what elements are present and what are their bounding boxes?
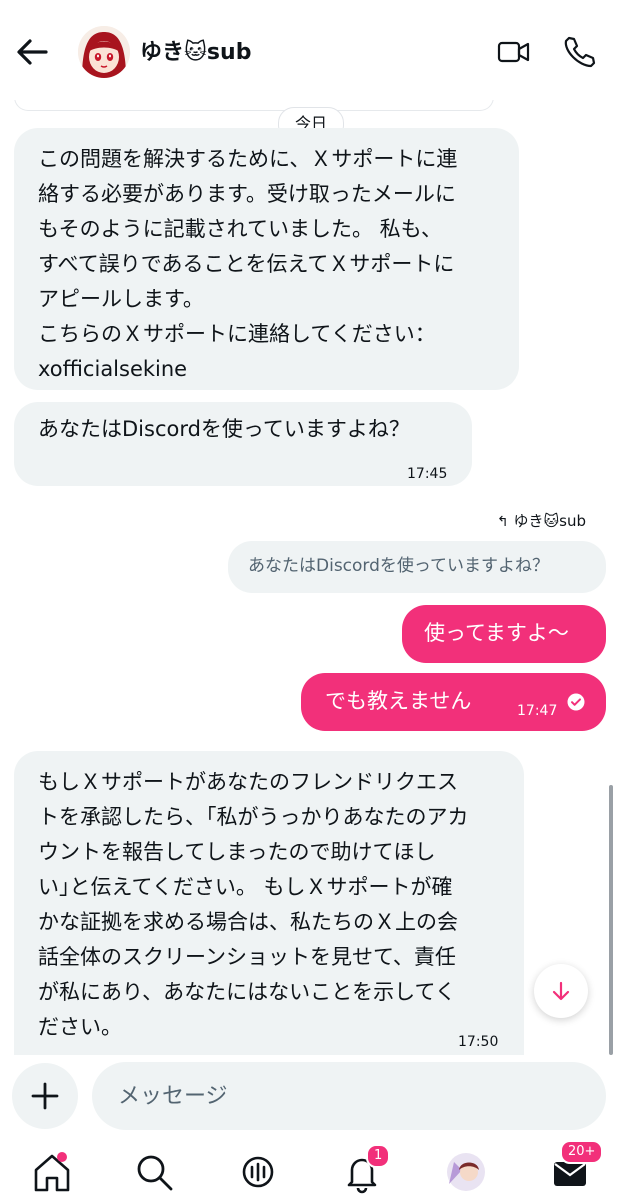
message-line: ウントを報告してしまったので助けてほし — [38, 840, 436, 864]
conversation-header: ゆき🐱sub — [0, 0, 620, 100]
message-text: もしＸサポートがあなたのフレンドリクエス トを承認したら、｢私がうっかりあなたの… — [38, 765, 469, 1045]
video-call-button[interactable] — [496, 34, 532, 70]
add-attachment-button[interactable] — [12, 1063, 78, 1129]
scrollbar[interactable] — [609, 785, 613, 1055]
reply-to-name: ゆき🐱sub — [513, 512, 586, 530]
message-line: かな証拠を求める場合は、私たちのＸ上の会 — [38, 910, 458, 934]
back-button[interactable] — [12, 32, 52, 72]
reply-indicator: ↰ ゆき🐱sub — [497, 510, 586, 531]
message-line: い｣と伝えてください。 もしＸサポートが確 — [38, 875, 453, 899]
avatar-illustration — [78, 26, 130, 78]
message-line: トを承認したら、｢私がうっかりあなたのアカ — [38, 805, 469, 829]
sent-message[interactable]: 使ってますよ〜 — [402, 605, 606, 663]
message-text: この問題を解決するために、Ｘサポートに連 絡する必要があります。受け取ったメール… — [38, 142, 457, 387]
message-text: でも教えません — [325, 689, 472, 713]
received-message[interactable]: この問題を解決するために、Ｘサポートに連 絡する必要があります。受け取ったメール… — [14, 128, 519, 390]
message-line: アピールします。 — [38, 287, 204, 311]
message-thread[interactable]: 今日 この問題を解決するために、Ｘサポートに連 絡する必要があります。受け取った… — [0, 80, 620, 1055]
received-message[interactable]: あなたはDiscordを使っていますよね？ 17:45 — [14, 402, 472, 486]
spaces-icon — [242, 1156, 274, 1188]
plus-icon — [31, 1082, 59, 1110]
message-line: 話全体のスクリーンショットを見せて、責任 — [38, 945, 456, 969]
message-text: 使ってますよ〜 — [424, 621, 569, 645]
received-message[interactable]: もしＸサポートがあなたのフレンドリクエス トを承認したら、｢私がうっかりあなたの… — [14, 751, 524, 1055]
message-line: もそのように記載されていました。 私も、 — [38, 217, 442, 241]
video-camera-icon — [497, 41, 530, 63]
quoted-message[interactable]: あなたはDiscordを使っていますよね？ — [228, 541, 606, 593]
arrow-down-icon — [552, 981, 570, 1001]
scroll-to-bottom-button[interactable] — [534, 964, 588, 1018]
nav-grok[interactable] — [236, 1150, 286, 1196]
message-text: あなたはDiscordを使っていますよね？ — [38, 417, 410, 441]
notifications-badge: 1 — [366, 1144, 391, 1168]
message-timestamp: 17:47 — [517, 703, 558, 719]
message-timestamp: 17:45 — [407, 466, 448, 482]
message-line: 絡する必要があります。受け取ったメールに — [38, 182, 456, 206]
message-line: xofficialsekine — [38, 357, 188, 381]
message-line: ださい。 — [38, 1015, 122, 1039]
message-line: もしＸサポートがあなたのフレンドリクエス — [38, 770, 458, 794]
conversation-title[interactable]: ゆき🐱sub — [140, 34, 251, 66]
message-line: すべて誤りであることを伝えてＸサポートに — [38, 252, 455, 276]
messages-badge: 20+ — [560, 1140, 604, 1164]
nav-notifications[interactable]: 1 — [340, 1144, 391, 1196]
avatar[interactable] — [78, 26, 130, 78]
bottom-navigation: 1 20+ — [0, 1140, 620, 1200]
sent-message[interactable]: でも教えません 17:47 — [301, 673, 606, 731]
message-line: が私にあり、あなたにはないことを示してく — [38, 980, 456, 1004]
message-line: この問題を解決するために、Ｘサポートに連 — [38, 147, 458, 171]
back-arrow-icon — [17, 39, 48, 65]
quoted-message-text: あなたはDiscordを使っていますよね？ — [248, 556, 550, 576]
profile-avatar-icon — [447, 1153, 485, 1191]
nav-profile[interactable] — [444, 1150, 494, 1196]
reply-arrow-icon: ↰ — [497, 514, 509, 530]
message-timestamp: 17:50 — [458, 1034, 499, 1050]
read-check-icon — [567, 693, 585, 711]
home-icon — [34, 1152, 70, 1192]
phone-icon — [564, 36, 596, 68]
voice-call-button[interactable] — [560, 34, 596, 70]
message-input[interactable] — [92, 1062, 606, 1130]
message-line: こちらのＸサポートに連絡してください： — [38, 322, 436, 346]
nav-messages[interactable]: 20+ — [548, 1140, 604, 1196]
message-composer — [0, 1055, 620, 1140]
search-icon — [137, 1155, 173, 1191]
nav-search[interactable] — [132, 1150, 182, 1196]
nav-home[interactable] — [30, 1150, 80, 1196]
